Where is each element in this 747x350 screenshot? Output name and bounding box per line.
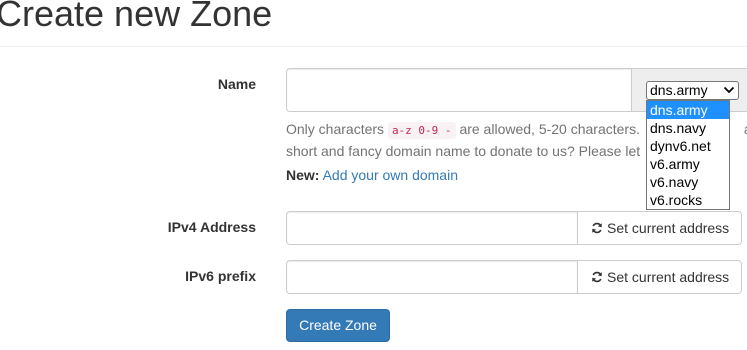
ipv4-input[interactable] xyxy=(286,211,578,245)
ipv6-input[interactable] xyxy=(286,260,578,294)
domain-dropdown: dns.army dns.navy dynv6.net v6.army v6.n… xyxy=(646,100,730,210)
name-label: Name xyxy=(217,76,256,92)
domain-option[interactable]: dns.navy xyxy=(647,119,729,137)
set-ipv6-button[interactable]: Set current address xyxy=(578,260,742,294)
create-zone-button[interactable]: Create Zone xyxy=(286,309,390,342)
ipv4-label: IPv4 Address xyxy=(167,219,256,235)
domain-select[interactable]: dns.army xyxy=(646,81,739,100)
set-ipv6-label: Set current address xyxy=(607,269,730,285)
domain-option[interactable]: dns.army xyxy=(647,101,729,119)
refresh-icon xyxy=(592,222,602,234)
domain-option[interactable]: v6.navy xyxy=(647,173,729,191)
set-ipv4-label: Set current address xyxy=(607,220,730,236)
domain-select-value: dns.army xyxy=(650,82,708,98)
chevron-down-icon xyxy=(723,86,735,94)
domain-option[interactable]: v6.rocks xyxy=(647,191,729,209)
domain-option[interactable]: dynv6.net xyxy=(647,137,729,155)
help-suffix: are allowed, 5-20 characters. xyxy=(459,121,640,137)
new-label: New: xyxy=(286,167,320,183)
domain-option[interactable]: v6.army xyxy=(647,155,729,173)
title-divider xyxy=(0,46,747,47)
set-ipv4-button[interactable]: Set current address xyxy=(578,211,742,245)
help-prefix: Only characters xyxy=(286,121,385,137)
name-input[interactable] xyxy=(286,68,631,112)
refresh-icon xyxy=(592,271,602,283)
help-code: a-z 0-9 - xyxy=(387,122,456,139)
new-domain-line: New: Add your own domain xyxy=(286,167,458,183)
page-title: Create new Zone xyxy=(0,0,273,34)
add-domain-link[interactable]: Add your own domain xyxy=(323,167,458,183)
ipv6-label: IPv6 prefix xyxy=(185,268,256,284)
